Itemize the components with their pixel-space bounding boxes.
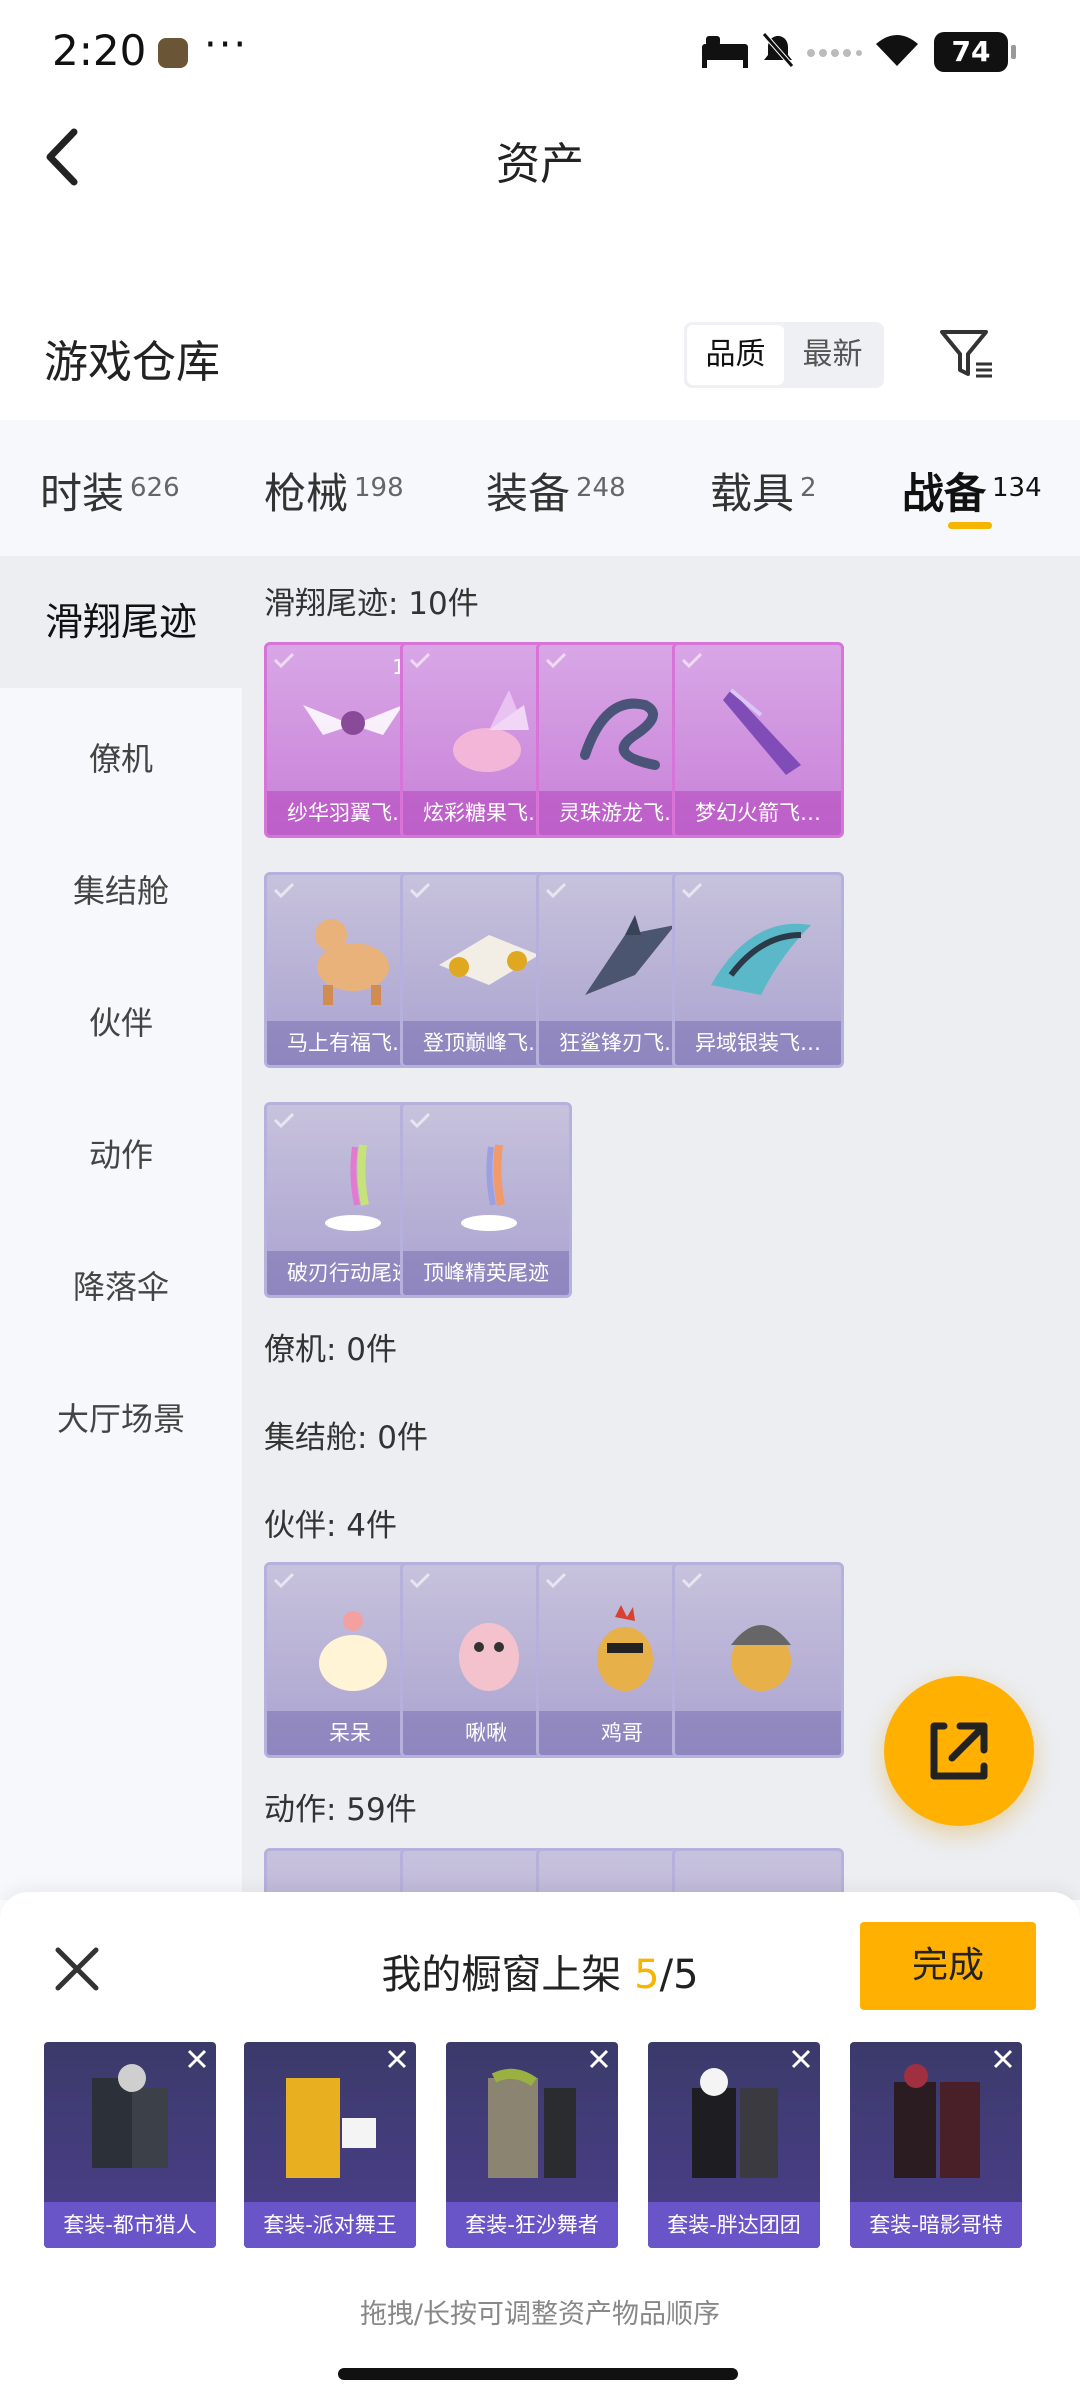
outfit-icon bbox=[894, 2064, 980, 2178]
showcase-item-name: 套装-狂沙舞者 bbox=[446, 2202, 618, 2248]
asset-name bbox=[675, 1711, 841, 1755]
wifi-icon bbox=[876, 35, 918, 66]
asset-card[interactable] bbox=[672, 1562, 844, 1758]
rocket-trail-icon bbox=[723, 688, 801, 775]
check-icon bbox=[273, 1112, 295, 1129]
asset-name: 异域银装飞… bbox=[675, 1021, 841, 1065]
sort-quality-button[interactable]: 品质 bbox=[687, 325, 784, 385]
signal-dots-icon bbox=[807, 49, 862, 57]
remove-icon[interactable] bbox=[992, 2048, 1014, 2070]
sidebar-item-parachute[interactable]: 降落伞 bbox=[0, 1262, 242, 1308]
category-tabs: 时装 626 枪械 198 装备 248 载具 2 战备 134 bbox=[0, 420, 1080, 556]
filter-icon[interactable] bbox=[936, 324, 996, 384]
sidebar-item-pod[interactable]: 集结舱 bbox=[0, 866, 242, 912]
home-indicator[interactable] bbox=[338, 2368, 738, 2380]
outfit-icon bbox=[692, 2068, 778, 2178]
showcase-sheet: 我的橱窗上架 5/5 完成 套装-都市猎人 套装-派对舞王 套装-狂沙舞者 套装… bbox=[0, 1892, 1080, 2400]
helmet-bird-icon bbox=[731, 1625, 791, 1691]
check-icon bbox=[273, 882, 295, 899]
showcase-item[interactable]: 套装-胖达团团 bbox=[648, 2042, 820, 2248]
mute-icon bbox=[762, 32, 794, 68]
showcase-item-name: 套装-暗影哥特 bbox=[850, 2202, 1022, 2248]
sidebar-item-action[interactable]: 动作 bbox=[0, 1130, 242, 1176]
check-icon bbox=[409, 652, 431, 669]
shark-blade-icon bbox=[585, 915, 675, 995]
status-bar: 2:20 ··· 74 bbox=[0, 0, 1080, 100]
sort-segmented-control: 品质 最新 bbox=[684, 322, 884, 388]
wings-trail-icon bbox=[303, 705, 403, 735]
check-icon bbox=[545, 882, 567, 899]
tab-vehicles[interactable]: 载具 2 bbox=[710, 460, 817, 521]
jet-icon bbox=[439, 935, 539, 985]
silver-wing-icon bbox=[711, 923, 811, 995]
outfit-icon bbox=[488, 2068, 576, 2178]
page-title: 资产 bbox=[496, 139, 584, 190]
external-link-icon bbox=[930, 1722, 988, 1780]
showcase-item[interactable]: 套装-暗影哥特 bbox=[850, 2042, 1022, 2248]
bed-icon bbox=[702, 36, 748, 68]
check-icon bbox=[681, 882, 703, 899]
horse-toy-icon bbox=[315, 919, 389, 1005]
check-icon bbox=[545, 1572, 567, 1589]
sidebar-item-glide-trail[interactable]: 滑翔尾迹 bbox=[0, 556, 242, 688]
section-header-partner: 伙伴: 4件 bbox=[264, 1508, 398, 1544]
section-header-glide: 滑翔尾迹: 10件 bbox=[264, 586, 479, 622]
section-header-wingman: 僚机: 0件 bbox=[264, 1332, 398, 1368]
sidebar-item-partner[interactable]: 伙伴 bbox=[0, 998, 242, 1044]
showcase-item-name: 套装-都市猎人 bbox=[44, 2202, 216, 2248]
sidebar-item-lobby-scene[interactable]: 大厅场景 bbox=[0, 1394, 242, 1440]
showcase-count-current: 5 bbox=[634, 1952, 660, 1998]
share-button[interactable] bbox=[884, 1676, 1034, 1826]
tab-combat-prep[interactable]: 战备 134 bbox=[902, 460, 1042, 521]
sort-newest-button[interactable]: 最新 bbox=[784, 325, 881, 385]
remove-icon[interactable] bbox=[790, 2048, 812, 2070]
check-icon bbox=[409, 1112, 431, 1129]
section-header-pod: 集结舱: 0件 bbox=[264, 1420, 429, 1456]
rooster-icon bbox=[597, 1605, 653, 1691]
active-tab-indicator bbox=[948, 522, 992, 529]
outfit-icon bbox=[286, 2078, 376, 2178]
app-notification-icon bbox=[158, 38, 188, 68]
asset-card[interactable]: 顶峰精英尾迹 bbox=[400, 1102, 572, 1298]
remove-icon[interactable] bbox=[386, 2048, 408, 2070]
asset-name: 梦幻火箭飞… bbox=[675, 791, 841, 835]
check-icon bbox=[545, 652, 567, 669]
drag-hint: 拖拽/长按可调整资产物品顺序 bbox=[359, 2299, 721, 2330]
tab-firearms[interactable]: 枪械 198 bbox=[264, 460, 404, 521]
asset-card[interactable]: 梦幻火箭飞… bbox=[672, 642, 844, 838]
candy-trail-icon bbox=[453, 690, 529, 772]
more-notifications-icon: ··· bbox=[204, 22, 249, 68]
showcase-item-name: 套装-胖达团团 bbox=[648, 2202, 820, 2248]
asset-card[interactable]: 异域银装飞… bbox=[672, 872, 844, 1068]
trail-figure-icon bbox=[461, 1144, 517, 1231]
check-icon bbox=[681, 1572, 703, 1589]
sidebar-item-wingman[interactable]: 僚机 bbox=[0, 734, 242, 780]
showcase-item[interactable]: 套装-派对舞王 bbox=[244, 2042, 416, 2248]
pink-bird-icon bbox=[459, 1623, 519, 1691]
dragon-trail-icon bbox=[580, 698, 660, 770]
tab-fashion[interactable]: 时装 626 bbox=[40, 460, 180, 521]
battery-indicator: 74 bbox=[934, 32, 1016, 72]
showcase-item-name: 套装-派对舞王 bbox=[244, 2202, 416, 2248]
check-icon bbox=[273, 1572, 295, 1589]
trail-figure-icon bbox=[325, 1144, 381, 1231]
done-button[interactable]: 完成 bbox=[860, 1922, 1036, 2010]
tab-equipment[interactable]: 装备 248 bbox=[486, 460, 626, 521]
check-icon bbox=[409, 882, 431, 899]
showcase-count-total: /5 bbox=[659, 1952, 699, 1998]
chick-icon bbox=[319, 1611, 387, 1691]
status-time: 2:20 bbox=[52, 26, 147, 75]
warehouse-title: 游戏仓库 bbox=[44, 337, 220, 388]
check-icon bbox=[273, 652, 295, 669]
outfit-icon bbox=[92, 2064, 168, 2168]
sidebar: 滑翔尾迹 僚机 集结舱 伙伴 动作 降落伞 大厅场景 bbox=[0, 556, 242, 1900]
showcase-item[interactable]: 套装-狂沙舞者 bbox=[446, 2042, 618, 2248]
showcase-item[interactable]: 套装-都市猎人 bbox=[44, 2042, 216, 2248]
remove-icon[interactable] bbox=[186, 2048, 208, 2070]
section-header-action: 动作: 59件 bbox=[264, 1792, 417, 1828]
remove-icon[interactable] bbox=[588, 2048, 610, 2070]
check-icon bbox=[409, 1572, 431, 1589]
asset-name: 顶峰精英尾迹 bbox=[403, 1251, 569, 1295]
check-icon bbox=[681, 652, 703, 669]
